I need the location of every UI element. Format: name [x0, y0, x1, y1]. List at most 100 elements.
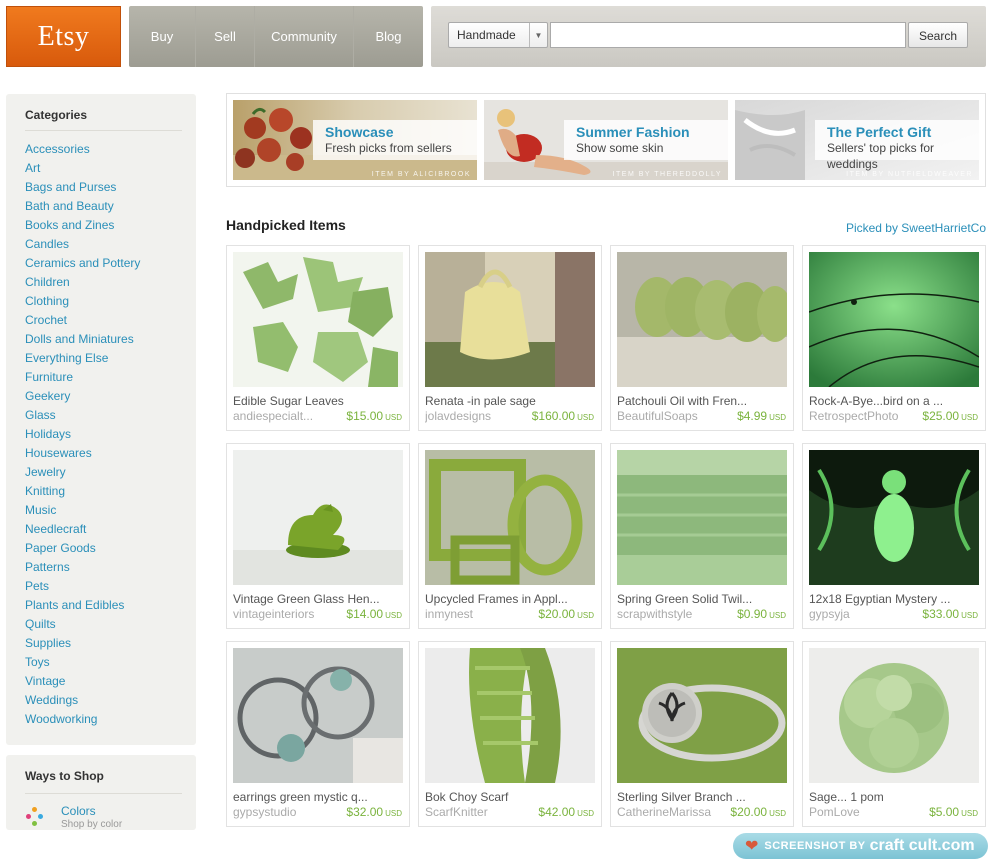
category-link[interactable]: Bags and Purses	[25, 178, 140, 197]
banner-perfect-gift[interactable]: The Perfect Gift Sellers' top picks for …	[735, 100, 979, 180]
category-link[interactable]: Music	[25, 501, 140, 520]
banner-title[interactable]: Showcase	[325, 124, 477, 140]
item-photo[interactable]	[617, 648, 787, 783]
category-link[interactable]: Quilts	[25, 615, 140, 634]
category-link[interactable]: Plants and Edibles	[25, 596, 140, 615]
item-title[interactable]: Upcycled Frames in Appl...	[425, 592, 595, 606]
item-photo[interactable]	[233, 450, 403, 585]
item-photo[interactable]	[809, 252, 979, 387]
item-seller[interactable]: vintageinteriors	[233, 607, 333, 621]
item-seller[interactable]: andiespecialt...	[233, 409, 333, 423]
item-photo[interactable]	[425, 450, 595, 585]
category-link[interactable]: Knitting	[25, 482, 140, 501]
item-photo[interactable]	[617, 252, 787, 387]
search-input[interactable]	[550, 22, 906, 48]
banner-showcase[interactable]: Showcase Fresh picks from sellers ITEM B…	[233, 100, 477, 180]
nav-sell[interactable]: Sell	[196, 6, 255, 67]
category-link[interactable]: Dolls and Miniatures	[25, 330, 140, 349]
item-card[interactable]: Bok Choy Scarf ScarfKnitter $42.00 USD	[418, 641, 602, 827]
category-link[interactable]: Candles	[25, 235, 140, 254]
item-title[interactable]: Renata -in pale sage	[425, 394, 595, 408]
item-price: $15.00 USD	[346, 409, 402, 423]
category-link[interactable]: Patterns	[25, 558, 140, 577]
item-card[interactable]: Upcycled Frames in Appl... inmynest $20.…	[418, 443, 602, 629]
category-link[interactable]: Housewares	[25, 444, 140, 463]
item-photo[interactable]	[425, 648, 595, 783]
item-seller[interactable]: jolavdesigns	[425, 409, 525, 423]
item-title[interactable]: Patchouli Oil with Fren...	[617, 394, 787, 408]
category-link[interactable]: Bath and Beauty	[25, 197, 140, 216]
item-card[interactable]: Rock-A-Bye...bird on a ... RetrospectPho…	[802, 245, 986, 431]
item-card[interactable]: Patchouli Oil with Fren... BeautifulSoap…	[610, 245, 794, 431]
item-price: $160.00 USD	[531, 409, 594, 423]
item-title[interactable]: Vintage Green Glass Hen...	[233, 592, 403, 606]
category-link[interactable]: Woodworking	[25, 710, 140, 729]
item-photo[interactable]	[617, 450, 787, 585]
item-card[interactable]: Renata -in pale sage jolavdesigns $160.0…	[418, 245, 602, 431]
banner-title[interactable]: The Perfect Gift	[827, 124, 979, 140]
item-card[interactable]: Sterling Silver Branch ... CatherineMari…	[610, 641, 794, 827]
item-seller[interactable]: gypsyja	[809, 607, 909, 621]
item-seller[interactable]: BeautifulSoaps	[617, 409, 717, 423]
etsy-logo[interactable]: Etsy	[6, 6, 121, 67]
item-title[interactable]: earrings green mystic q...	[233, 790, 403, 804]
category-link[interactable]: Paper Goods	[25, 539, 140, 558]
item-seller[interactable]: ScarfKnitter	[425, 805, 525, 819]
item-card[interactable]: Spring Green Solid Twil... scrapwithstyl…	[610, 443, 794, 629]
item-seller[interactable]: PomLove	[809, 805, 909, 819]
item-card[interactable]: Sage... 1 pom PomLove $5.00 USD	[802, 641, 986, 827]
category-link[interactable]: Furniture	[25, 368, 140, 387]
item-title[interactable]: 12x18 Egyptian Mystery ...	[809, 592, 979, 606]
item-seller[interactable]: CatherineMarissa	[617, 805, 717, 819]
nav-community[interactable]: Community	[255, 6, 354, 67]
item-card[interactable]: Edible Sugar Leaves andiespecialt... $15…	[226, 245, 410, 431]
ways-item-label[interactable]: Colors	[61, 804, 122, 819]
category-link[interactable]: Art	[25, 159, 140, 178]
category-link[interactable]: Holidays	[25, 425, 140, 444]
category-link[interactable]: Books and Zines	[25, 216, 140, 235]
item-price: $20.00 USD	[538, 607, 594, 621]
item-title[interactable]: Spring Green Solid Twil...	[617, 592, 787, 606]
category-link[interactable]: Children	[25, 273, 140, 292]
category-link[interactable]: Ceramics and Pottery	[25, 254, 140, 273]
search-button[interactable]: Search	[908, 22, 968, 48]
category-link[interactable]: Needlecraft	[25, 520, 140, 539]
category-link[interactable]: Vintage	[25, 672, 140, 691]
item-card[interactable]: earrings green mystic q... gypsystudio $…	[226, 641, 410, 827]
item-title[interactable]: Edible Sugar Leaves	[233, 394, 403, 408]
item-title[interactable]: Bok Choy Scarf	[425, 790, 595, 804]
nav-buy[interactable]: Buy	[129, 6, 196, 67]
category-link[interactable]: Glass	[25, 406, 140, 425]
category-link[interactable]: Supplies	[25, 634, 140, 653]
item-photo[interactable]	[425, 252, 595, 387]
search-category-select[interactable]: Handmade ▼	[448, 22, 548, 48]
category-link[interactable]: Clothing	[25, 292, 140, 311]
item-card[interactable]: 12x18 Egyptian Mystery ... gypsyja $33.0…	[802, 443, 986, 629]
item-title[interactable]: Rock-A-Bye...bird on a ...	[809, 394, 979, 408]
nav-blog[interactable]: Blog	[354, 6, 423, 67]
item-seller[interactable]: scrapwithstyle	[617, 607, 717, 621]
category-link[interactable]: Accessories	[25, 140, 140, 159]
ways-item-colors[interactable]: Colors Shop by color	[25, 804, 122, 830]
item-photo[interactable]	[809, 648, 979, 783]
item-seller[interactable]: RetrospectPhoto	[809, 409, 909, 423]
category-link[interactable]: Pets	[25, 577, 140, 596]
category-link[interactable]: Weddings	[25, 691, 140, 710]
category-link[interactable]: Geekery	[25, 387, 140, 406]
banner-title[interactable]: Summer Fashion	[576, 124, 728, 140]
item-card[interactable]: Vintage Green Glass Hen... vintageinteri…	[226, 443, 410, 629]
category-link[interactable]: Toys	[25, 653, 140, 672]
item-photo[interactable]	[809, 450, 979, 585]
category-link[interactable]: Crochet	[25, 311, 140, 330]
item-seller[interactable]: gypsystudio	[233, 805, 333, 819]
item-title[interactable]: Sterling Silver Branch ...	[617, 790, 787, 804]
category-link[interactable]: Everything Else	[25, 349, 140, 368]
item-photo[interactable]	[233, 648, 403, 783]
item-photo[interactable]	[233, 252, 403, 387]
picked-by-link[interactable]: Picked by SweetHarrietCo	[846, 221, 986, 235]
banner-summer-fashion[interactable]: Summer Fashion Show some skin ITEM BY TH…	[484, 100, 728, 180]
item-seller[interactable]: inmynest	[425, 607, 525, 621]
category-link[interactable]: Jewelry	[25, 463, 140, 482]
chevron-down-icon[interactable]: ▼	[529, 23, 547, 47]
item-title[interactable]: Sage... 1 pom	[809, 790, 979, 804]
